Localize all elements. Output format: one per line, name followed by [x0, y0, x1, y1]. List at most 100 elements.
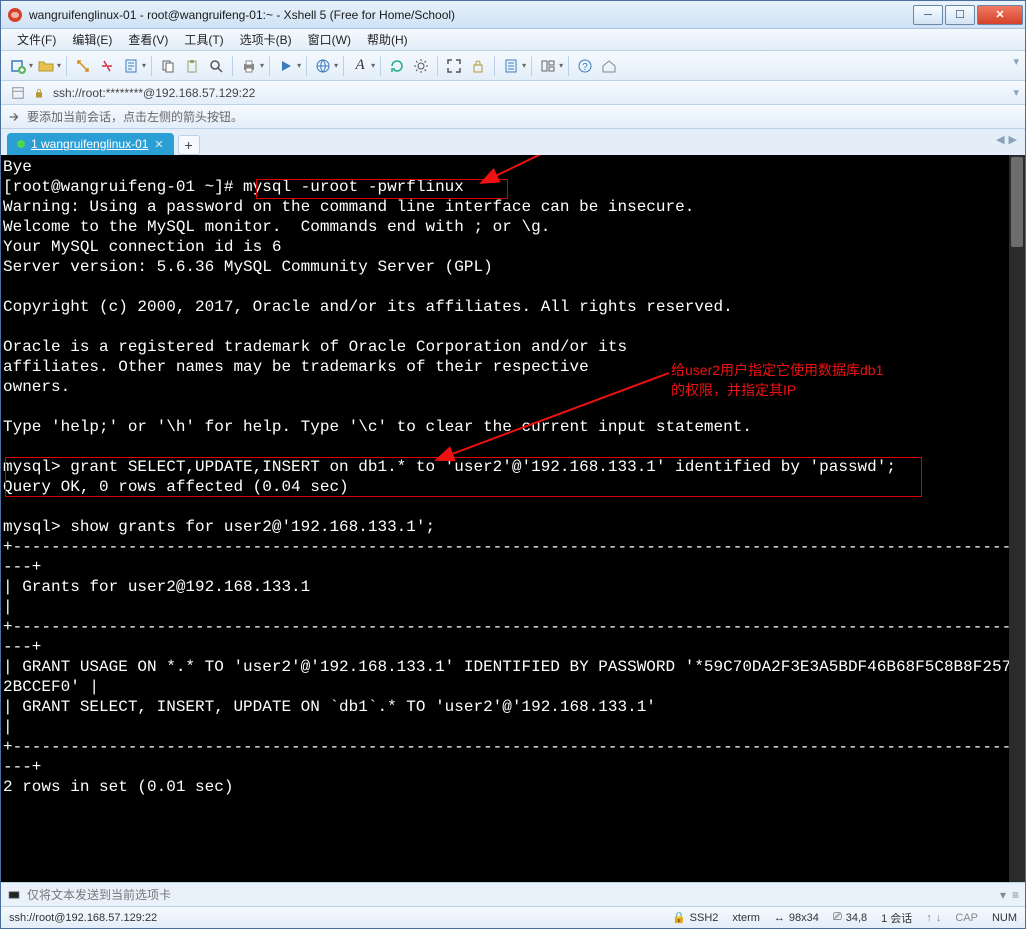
font-icon[interactable]: A [349, 55, 371, 77]
terminal-line: Type 'help;' or '\h' for help. Type '\c'… [3, 417, 1025, 437]
window-title: wangruifenglinux-01 - root@wangruifeng-0… [29, 8, 911, 22]
properties-icon[interactable] [120, 55, 142, 77]
terminal-line: Welcome to the MySQL monitor. Commands e… [3, 217, 1025, 237]
tab-bar: 1 wangruifenglinux-01 ✕ + ◀ ▶ [1, 129, 1025, 155]
help-icon[interactable]: ? [574, 55, 596, 77]
sessions-toggle-icon[interactable] [7, 82, 29, 104]
paste-icon[interactable] [181, 55, 203, 77]
input-mode-icon[interactable] [7, 888, 21, 902]
toolbar-overflow-icon[interactable]: ▾ [1013, 55, 1019, 68]
terminal-line: [root@wangruifeng-01 ~]# mysql -uroot -p… [3, 177, 1025, 197]
input-bar: 仅将文本发送到当前选项卡 ▾ ≡ [1, 882, 1025, 906]
input-menu-icon[interactable]: ≡ [1012, 888, 1019, 902]
reconnect-icon[interactable] [72, 55, 94, 77]
terminal-line: +---------------------------------------… [3, 617, 1025, 657]
input-dropdown-icon[interactable]: ▾ [1000, 888, 1006, 902]
tab-nav: ◀ ▶ [996, 133, 1017, 146]
terminal-line: +---------------------------------------… [3, 737, 1025, 777]
hint-arrow-icon[interactable] [7, 110, 21, 124]
scroll-thumb[interactable] [1011, 157, 1023, 247]
input-placeholder[interactable]: 仅将文本发送到当前选项卡 [27, 886, 994, 903]
terminal-line: owners. [3, 377, 1025, 397]
fullscreen-icon[interactable] [443, 55, 465, 77]
size-icon: ↔ [774, 912, 785, 924]
hint-bar: 要添加当前会话，点击左侧的箭头按钮。 [1, 105, 1025, 129]
maximize-button[interactable]: ☐ [945, 5, 975, 25]
tab-status-icon [17, 140, 25, 148]
terminal-line [3, 437, 1025, 457]
menu-help[interactable]: 帮助(H) [359, 29, 416, 50]
gear-icon[interactable] [410, 55, 432, 77]
close-button[interactable]: ✕ [977, 5, 1023, 25]
tab-prev-icon[interactable]: ◀ [996, 133, 1004, 146]
terminal-line: Warning: Using a password on the command… [3, 197, 1025, 217]
terminal-line [3, 397, 1025, 417]
terminal-line: +---------------------------------------… [3, 537, 1025, 577]
menu-file[interactable]: 文件(F) [9, 29, 64, 50]
terminal-line: 2 rows in set (0.01 sec) [3, 777, 1025, 797]
refresh-icon[interactable] [386, 55, 408, 77]
run-icon[interactable] [275, 55, 297, 77]
terminal-line: affiliates. Other names may be trademark… [3, 357, 1025, 377]
find-icon[interactable] [205, 55, 227, 77]
status-cap: CAP [955, 912, 978, 924]
app-icon [7, 7, 23, 23]
terminal-scrollbar[interactable] [1009, 155, 1025, 882]
title-bar[interactable]: wangruifenglinux-01 - root@wangruifeng-0… [1, 1, 1025, 29]
address-bar: ssh://root:********@192.168.57.129:22 ▾ [1, 81, 1025, 105]
address-overflow-icon[interactable]: ▾ [1013, 86, 1019, 99]
session-tab[interactable]: 1 wangruifenglinux-01 ✕ [7, 133, 174, 155]
tab-close-icon[interactable]: ✕ [154, 138, 163, 151]
new-session-icon[interactable] [7, 55, 29, 77]
terminal-line: mysql> grant SELECT,UPDATE,INSERT on db1… [3, 457, 1025, 477]
menu-window[interactable]: 窗口(W) [300, 29, 359, 50]
address-field[interactable]: ssh://root:********@192.168.57.129:22 [49, 86, 1009, 100]
terminal-line: Bye [3, 157, 1025, 177]
menu-tab[interactable]: 选项卡(B) [232, 29, 300, 50]
terminal-line [3, 317, 1025, 337]
menu-edit[interactable]: 编辑(E) [64, 29, 120, 50]
print-icon[interactable] [238, 55, 260, 77]
status-term: xterm [732, 912, 760, 924]
status-sessions: 1 会话 [881, 910, 912, 926]
tab-next-icon[interactable]: ▶ [1009, 133, 1017, 146]
svg-text:?: ? [582, 62, 588, 73]
app-window: wangruifenglinux-01 - root@wangruifeng-0… [0, 0, 1026, 929]
menu-tools[interactable]: 工具(T) [176, 29, 231, 50]
terminal-line [3, 797, 1025, 817]
lock-icon[interactable] [467, 55, 489, 77]
status-size: 98x34 [789, 912, 819, 924]
tab-label: 1 wangruifenglinux-01 [31, 137, 148, 151]
log-icon[interactable] [500, 55, 522, 77]
status-cursor: 34,8 [846, 912, 867, 924]
home-icon[interactable] [598, 55, 620, 77]
up-arrow-icon[interactable]: ↑ [926, 912, 932, 924]
menu-bar: 文件(F) 编辑(E) 查看(V) 工具(T) 选项卡(B) 窗口(W) 帮助(… [1, 29, 1025, 51]
copy-icon[interactable] [157, 55, 179, 77]
terminal-line [3, 277, 1025, 297]
menu-view[interactable]: 查看(V) [120, 29, 176, 50]
terminal-line: mysql> show grants for user2@'192.168.13… [3, 517, 1025, 537]
status-bar: ssh://root@192.168.57.129:22 🔒 SSH2 xterm… [1, 906, 1025, 928]
toolbar: ▾ ▾ ▾ ▾ ▾ ▾ A▾ ▾ ▾ ? ▾ [1, 51, 1025, 81]
terminal-line: | GRANT SELECT, INSERT, UPDATE ON `db1`.… [3, 697, 1025, 737]
minimize-button[interactable]: ─ [913, 5, 943, 25]
terminal-line [3, 497, 1025, 517]
cursor-icon: ⎚ [833, 911, 842, 924]
terminal[interactable]: Bye[root@wangruifeng-01 ~]# mysql -uroot… [1, 155, 1025, 882]
new-tab-button[interactable]: + [178, 135, 200, 155]
status-ssh: SSH2 [690, 912, 719, 924]
open-icon[interactable] [35, 55, 57, 77]
down-arrow-icon[interactable]: ↓ [936, 912, 942, 924]
terminal-line: Query OK, 0 rows affected (0.04 sec) [3, 477, 1025, 497]
terminal-line: | GRANT USAGE ON *.* TO 'user2'@'192.168… [3, 657, 1025, 697]
hint-text: 要添加当前会话，点击左侧的箭头按钮。 [27, 108, 243, 125]
layout-icon[interactable] [537, 55, 559, 77]
status-connection: ssh://root@192.168.57.129:22 [9, 912, 658, 924]
disconnect-icon[interactable] [96, 55, 118, 77]
lock-small-icon [33, 87, 45, 99]
terminal-line: Oracle is a registered trademark of Orac… [3, 337, 1025, 357]
globe-icon[interactable] [312, 55, 334, 77]
terminal-line: | Grants for user2@192.168.133.1 | [3, 577, 1025, 617]
lock-status-icon: 🔒 [672, 911, 686, 924]
